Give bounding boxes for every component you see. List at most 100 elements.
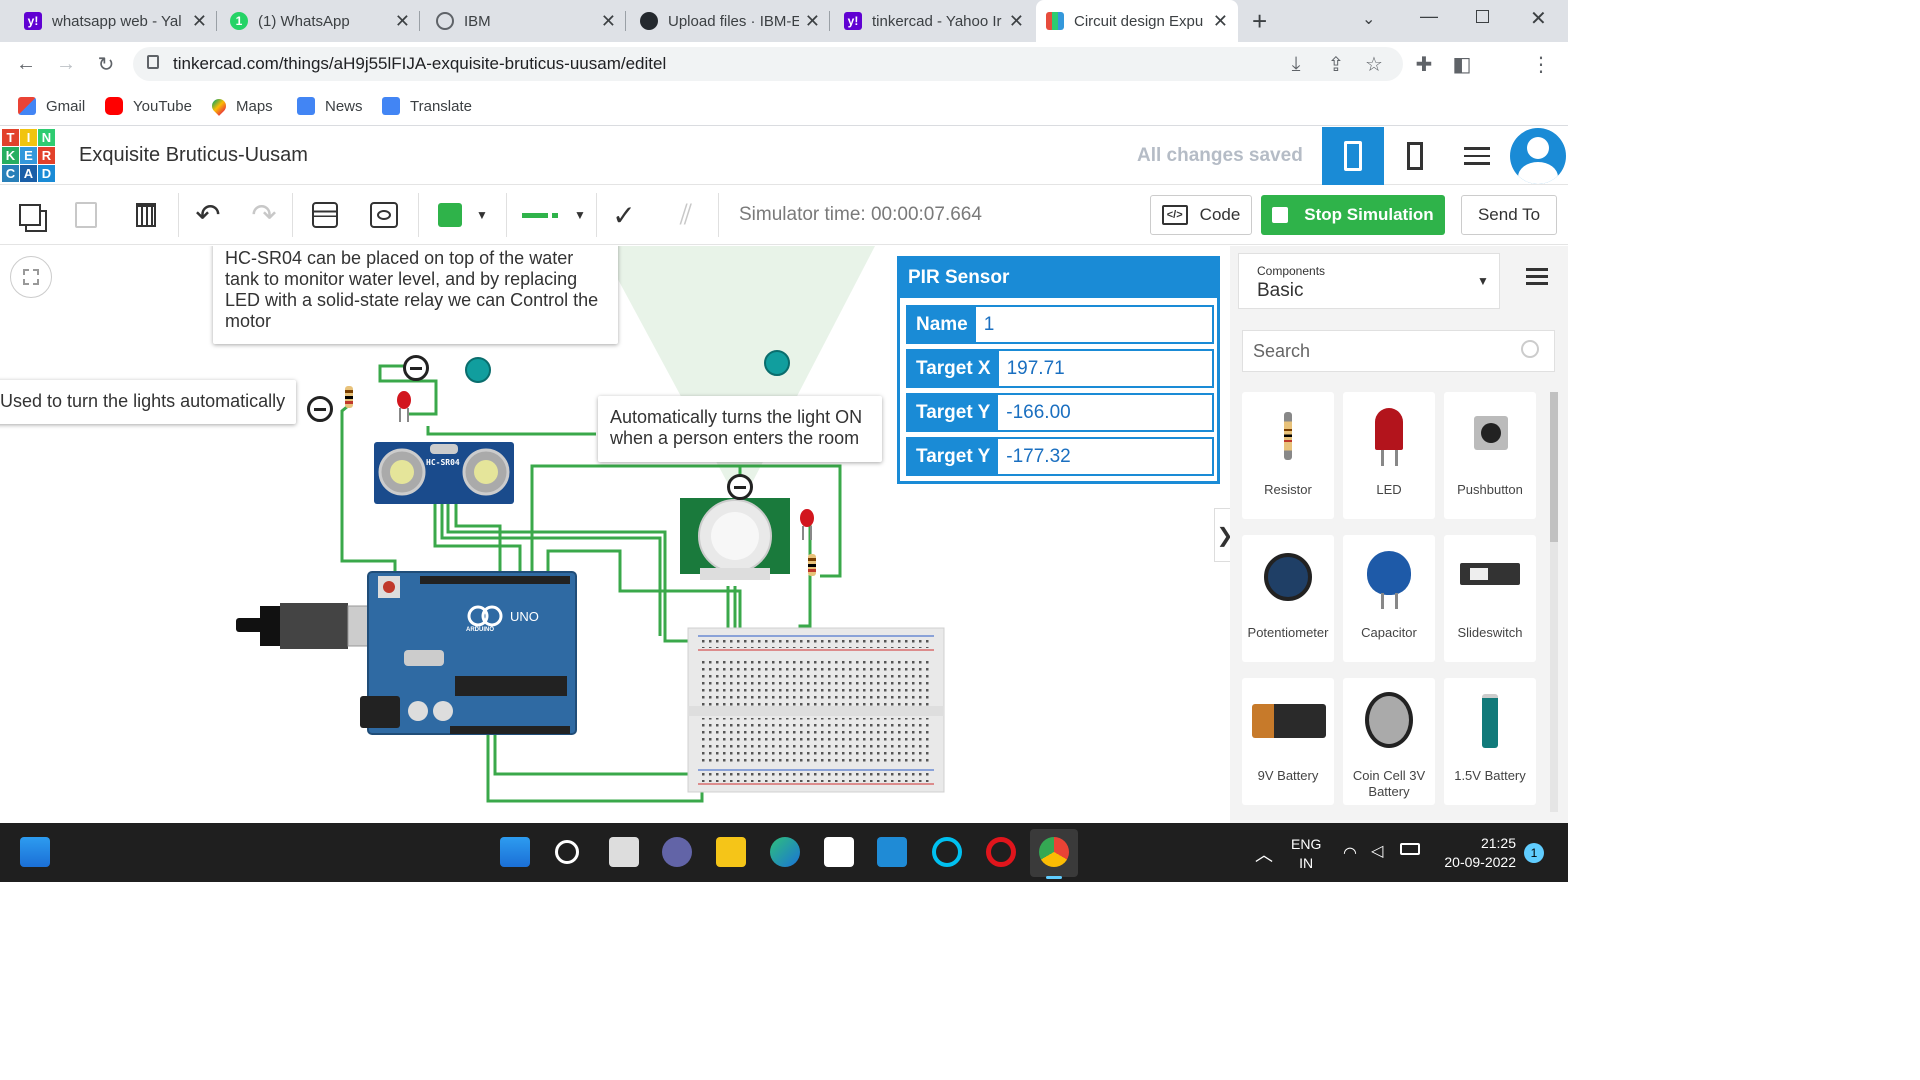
browser-tab[interactable]: IBM ✕ [426,0,626,42]
wire-color-dropdown[interactable]: ▼ [428,195,500,235]
notes-button[interactable] [305,195,345,235]
browser-tab[interactable]: y! tinkercad - Yahoo Ir ✕ [834,0,1034,42]
property-row-name[interactable]: Name 1 [906,305,1214,344]
task-view-icon[interactable] [609,837,639,867]
new-tab-icon[interactable]: + [1252,6,1267,37]
component-card-capacitor[interactable]: Capacitor [1343,535,1435,662]
minimize-icon[interactable]: — [1420,6,1438,27]
tab-search-icon[interactable]: ⌄ [1362,9,1375,29]
bookmark-star-icon[interactable]: ☆ [1360,50,1388,78]
delete-button[interactable] [126,195,166,235]
store-icon[interactable] [824,837,854,867]
rotate-icon[interactable]: ✓ [604,195,644,235]
send-to-button[interactable]: Send To [1461,195,1557,235]
user-avatar[interactable] [1510,128,1566,184]
bookmark-gmail[interactable]: Gmail [18,94,85,118]
window-close-icon[interactable]: ✕ [1530,6,1547,31]
component-card-1-5v-battery[interactable]: 1.5V Battery [1444,678,1536,805]
bookmark-maps[interactable]: Maps [209,94,273,118]
scrollbar[interactable] [1550,392,1558,812]
copy-button[interactable] [10,195,50,235]
search-icon[interactable] [555,840,579,864]
app-l-icon[interactable] [877,837,907,867]
note-pir[interactable]: Automatically turns the light ON when a … [598,396,882,462]
restore-icon[interactable] [1476,10,1489,23]
collapse-note-icon[interactable] [403,355,429,381]
stop-simulation-button[interactable]: Stop Simulation [1261,195,1445,235]
component-card-slideswitch[interactable]: Slideswitch [1444,535,1536,662]
note-hcsr04[interactable]: HC-SR04 can be placed on top of the wate… [213,246,618,344]
browser-tab-active[interactable]: Circuit design Expu ✕ [1036,0,1238,42]
panel-toggle-chevron-icon[interactable]: ❯ [1214,508,1230,562]
component-card-9v-battery[interactable]: 9V Battery [1242,678,1334,805]
undo-icon[interactable]: ↶ [188,195,228,235]
wire-type-dropdown[interactable]: ▼ [512,195,588,235]
color-swatch [438,203,462,227]
address-bar[interactable]: tinkercad.com/things/aH9j55lFIJA-exquisi… [133,47,1403,81]
reload-icon[interactable]: ↻ [92,50,120,78]
note-lights[interactable]: Used to turn the lights automatically [0,380,296,424]
component-category-dropdown[interactable]: Components Basic ▼ [1238,253,1500,309]
redo-icon[interactable]: ↷ [244,195,284,235]
schematic-view-button[interactable] [1384,127,1446,185]
circuit-view-button[interactable] [1322,127,1384,185]
collapse-note-icon[interactable] [727,474,753,500]
project-title[interactable]: Exquisite Bruticus-Uusam [79,144,308,167]
circuit-view-icon [1344,141,1362,171]
battery-icon[interactable] [1400,843,1420,855]
close-tab-icon[interactable]: ✕ [601,11,616,32]
start-menu-icon[interactable] [20,837,50,867]
close-tab-icon[interactable]: ✕ [1009,11,1024,32]
component-card-led[interactable]: LED [1343,392,1435,519]
component-card-coin-cell[interactable]: Coin Cell 3V Battery [1343,678,1435,805]
property-row-target-y[interactable]: Target Y -166.00 [906,393,1214,432]
notification-badge[interactable]: 1 [1524,843,1544,863]
browser-tab[interactable]: y! whatsapp web - Yal ✕ [14,0,217,42]
property-row-target-x[interactable]: Target X 197.71 [906,349,1214,388]
close-tab-icon[interactable]: ✕ [192,11,207,32]
component-card-potentiometer[interactable]: Potentiometer [1242,535,1334,662]
bookmark-youtube[interactable]: YouTube [105,94,192,118]
component-card-resistor[interactable]: Resistor [1242,392,1334,519]
menu-icon[interactable]: ⋮ [1527,50,1555,78]
chrome-icon[interactable] [1039,837,1069,867]
close-tab-icon[interactable]: ✕ [1213,11,1228,32]
flip-icon[interactable]: ⫽ [666,195,706,235]
windows-start-icon[interactable] [500,837,530,867]
list-view-toggle-icon[interactable] [1526,266,1548,286]
forward-icon[interactable]: → [52,50,80,78]
back-icon[interactable]: ← [12,50,40,78]
chevron-up-icon[interactable]: ︿ [1255,841,1273,867]
bookmark-translate[interactable]: Translate [382,94,472,118]
clock[interactable]: 21:25 20-09-2022 [1440,834,1516,872]
components-panel: Components Basic ▼ Search Resistor LED P… [1230,246,1568,823]
opera-icon[interactable] [986,837,1016,867]
code-button[interactable]: </> Code [1150,195,1252,235]
browser-tab[interactable]: Upload files · IBM-E ✕ [630,0,830,42]
language-indicator[interactable]: ENG IN [1291,835,1321,873]
install-icon[interactable]: ⤓ [1282,50,1310,78]
extensions-icon[interactable]: ✚ [1410,50,1438,78]
close-tab-icon[interactable]: ✕ [805,11,820,32]
bookmark-news[interactable]: News [297,94,363,118]
volume-icon[interactable]: ◁ [1371,841,1383,861]
component-search-input[interactable]: Search [1242,330,1555,372]
share-icon[interactable]: ⇪ [1322,50,1350,78]
side-panel-icon[interactable]: ◧ [1448,50,1476,78]
notes-visibility-button[interactable] [364,195,404,235]
close-tab-icon[interactable]: ✕ [395,11,410,32]
windows-taskbar: ︿ ENG IN ◠ ◁ 21:25 20-09-2022 1 [0,823,1568,882]
tinkercad-logo[interactable]: T I N K E R C A D [2,129,56,183]
property-row-target-y-2[interactable]: Target Y -177.32 [906,437,1214,476]
paste-button[interactable] [66,195,106,235]
wifi-icon[interactable]: ◠ [1343,843,1357,863]
collapse-note-icon[interactable] [307,396,333,422]
edge-icon[interactable] [770,837,800,867]
file-explorer-icon[interactable] [716,837,746,867]
fit-view-button[interactable] [10,256,52,298]
component-list-button[interactable] [1446,127,1508,185]
browser-tab[interactable]: 1 (1) WhatsApp ✕ [220,0,420,42]
alexa-icon[interactable] [932,837,962,867]
component-card-pushbutton[interactable]: Pushbutton [1444,392,1536,519]
teams-icon[interactable] [662,837,692,867]
